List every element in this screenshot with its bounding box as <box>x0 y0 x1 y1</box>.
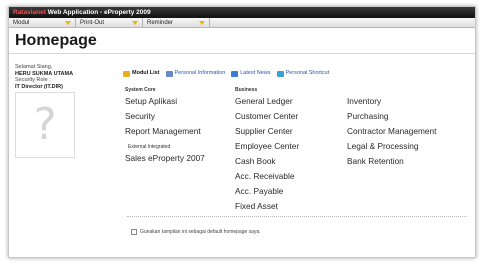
module-link-cash-book[interactable]: Cash Book <box>235 156 276 166</box>
window-title: Web Application - eProperty 2009 <box>47 9 151 16</box>
business-header: Business <box>235 87 258 93</box>
module-link-report-management[interactable]: Report Management <box>125 126 201 136</box>
menu-modul-label: Modul <box>13 19 30 26</box>
tab-latest-news[interactable]: Latest News <box>231 70 271 77</box>
tab-latest-news-label: Latest News <box>240 70 271 76</box>
system-core-header: System Core <box>125 87 156 93</box>
module-link-acc-receivable[interactable]: Acc. Receivable <box>235 171 295 181</box>
tab-personal-information[interactable]: Personal Information <box>165 70 226 77</box>
person-icon <box>165 70 173 77</box>
brand-name: Ratavianet <box>13 9 46 16</box>
dropdown-arrow-icon <box>65 20 71 25</box>
tab-personal-shortcut[interactable]: Personal Shortcut <box>276 70 330 77</box>
module-link-purchasing[interactable]: Purchasing <box>347 111 389 121</box>
module-link-fixed-asset[interactable]: Fixed Asset <box>235 201 278 211</box>
menu-modul[interactable]: Modul <box>9 18 76 27</box>
page-title: Homepage <box>9 28 475 54</box>
menu-print-out[interactable]: Print-Out <box>76 18 143 27</box>
module-link-security[interactable]: Security <box>125 111 155 121</box>
module-link-general-ledger[interactable]: General Ledger <box>235 96 293 106</box>
news-icon <box>231 70 239 77</box>
folder-icon <box>123 70 130 77</box>
module-link-acc-payable[interactable]: Acc. Payable <box>235 186 283 196</box>
dropdown-arrow-icon <box>199 20 205 25</box>
avatar: ? <box>15 92 75 158</box>
default-homepage-option[interactable]: Gunakan tampilan ini sebagai default hom… <box>131 229 261 235</box>
tab-modul-list-label: Modul List <box>132 70 160 76</box>
tab-personal-shortcut-label: Personal Shortcut <box>285 70 330 76</box>
module-link-bank-retention[interactable]: Bank Retention <box>347 156 404 166</box>
module-link-inventory[interactable]: Inventory <box>347 96 381 106</box>
user-panel: Selamat Siang, HERU SUKMA UTAMA Security… <box>15 64 119 158</box>
shortcut-icon <box>276 70 284 77</box>
app-window: Ratavianet Web Application - eProperty 2… <box>8 6 476 258</box>
external-integrated-label: External Integrated <box>128 144 171 150</box>
default-homepage-checkbox[interactable] <box>131 229 137 235</box>
module-link-contractor-management[interactable]: Contractor Management <box>347 126 436 136</box>
module-link-sales-eproperty[interactable]: Sales eProperty 2007 <box>125 153 205 163</box>
avatar-placeholder-icon: ? <box>33 99 57 150</box>
user-role: IT Director (IT.DIR) <box>15 83 63 90</box>
menu-print-out-label: Print-Out <box>80 19 105 26</box>
tab-modul-list[interactable]: Modul List <box>123 70 160 77</box>
module-link-employee-center[interactable]: Employee Center <box>235 141 299 151</box>
tab-personal-information-label: Personal Information <box>174 70 226 76</box>
menu-reminder[interactable]: Reminder <box>143 18 210 27</box>
module-link-legal-processing[interactable]: Legal & Processing <box>347 141 419 151</box>
tab-bar: Modul List Personal Information Latest N… <box>123 70 329 77</box>
title-bar: Ratavianet Web Application - eProperty 2… <box>9 7 475 18</box>
module-link-setup-aplikasi[interactable]: Setup Aplikasi <box>125 96 177 106</box>
module-link-customer-center[interactable]: Customer Center <box>235 111 298 121</box>
divider <box>127 216 467 217</box>
menu-bar: Modul Print-Out Reminder <box>9 18 475 28</box>
module-link-supplier-center[interactable]: Supplier Center <box>235 126 293 136</box>
dropdown-arrow-icon <box>132 20 138 25</box>
default-homepage-label: Gunakan tampilan ini sebagai default hom… <box>140 229 261 235</box>
menu-reminder-label: Reminder <box>147 19 174 26</box>
